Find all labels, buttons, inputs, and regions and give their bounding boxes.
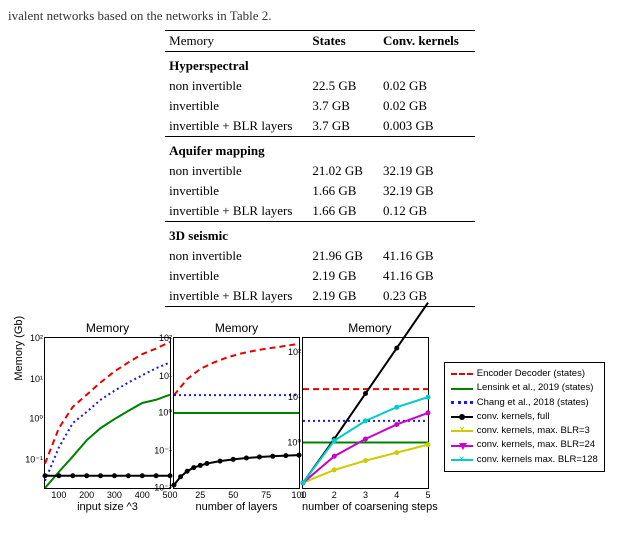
x-axis-label: number of layers [173, 501, 300, 513]
legend-item: conv. kernels, full [451, 410, 598, 424]
legend-label: Lensink et al., 2019 (states) [477, 381, 594, 395]
legend-item: conv. kernels, max. BLR=24 [451, 438, 598, 452]
legend-label: conv. kernels, max. BLR=24 [477, 438, 595, 452]
legend-item: ×conv. kernels max. BLR=128 [451, 453, 598, 467]
chart-row: Memory Memory (Gb) 10020030040050010⁻¹10… [8, 321, 632, 513]
section-title: 3D seismic [165, 222, 475, 247]
table-row: invertible2.19 GB41.16 GB [165, 266, 475, 286]
chart-title: Memory [302, 321, 438, 335]
table-row: non invertible22.5 GB0.02 GB [165, 76, 475, 96]
col-states: States [308, 31, 379, 52]
section-title: Hyperspectral [165, 52, 475, 77]
y-axis-label: Memory (Gb) [13, 316, 25, 381]
chart-title: Memory [173, 321, 300, 335]
table-row: non invertible21.96 GB41.16 GB [165, 246, 475, 266]
table-row: invertible + BLR layers1.66 GB0.12 GB [165, 201, 475, 222]
x-axis-label: number of coarsening steps [302, 501, 438, 513]
legend-label: conv. kernels, full [477, 410, 550, 424]
memory-table: Memory States Conv. kernels Hyperspectra… [165, 30, 475, 307]
section-title: Aquifer mapping [165, 137, 475, 162]
legend-item: Chang et al., 2018 (states) [451, 396, 598, 410]
col-memory: Memory [165, 31, 308, 52]
col-kernels: Conv. kernels [379, 31, 475, 52]
legend-label: Chang et al., 2018 (states) [477, 396, 589, 410]
chart-panel-3: Memory 1234510⁰10¹10² number of coarseni… [302, 321, 438, 513]
table-row: non invertible21.02 GB32.19 GB [165, 161, 475, 181]
legend-label: conv. kernels max. BLR=128 [477, 453, 598, 467]
table-row: invertible3.7 GB0.02 GB [165, 96, 475, 116]
caption-fragment: ivalent networks based on the networks i… [8, 8, 632, 24]
legend-label: Encoder Decoder (states) [477, 367, 585, 381]
legend-item: ✕conv. kernels, max. BLR=3 [451, 424, 598, 438]
chart-legend: Encoder Decoder (states)Lensink et al., … [444, 362, 605, 472]
legend-label: conv. kernels, max. BLR=3 [477, 424, 590, 438]
legend-item: Encoder Decoder (states) [451, 367, 598, 381]
legend-item: Lensink et al., 2019 (states) [451, 381, 598, 395]
table-row: invertible1.66 GB32.19 GB [165, 181, 475, 201]
x-axis-label: input size ^3 [44, 501, 171, 513]
table-row: invertible + BLR layers3.7 GB0.003 GB [165, 116, 475, 137]
